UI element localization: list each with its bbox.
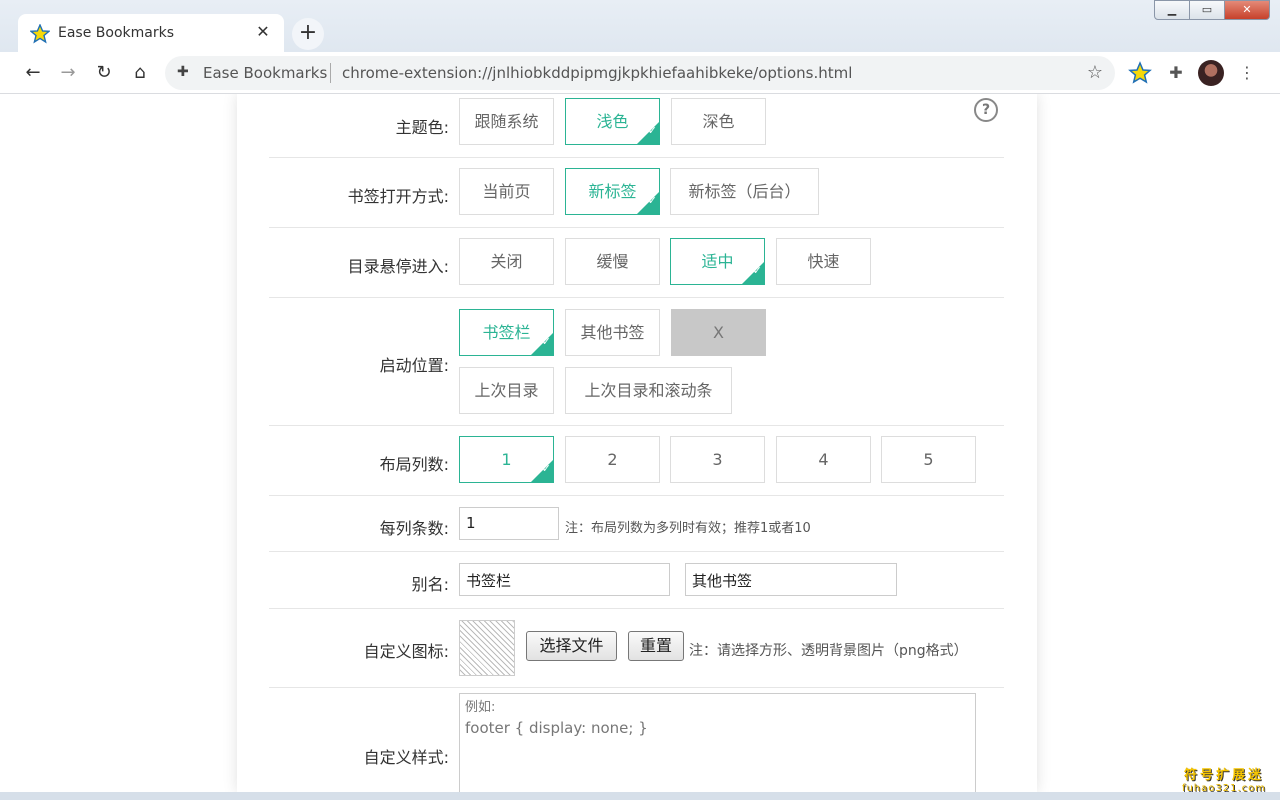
watermark-url: fuhao321.com bbox=[1181, 783, 1266, 794]
theme-label: 主题色: bbox=[395, 118, 449, 137]
alias-label: 别名: bbox=[411, 575, 449, 594]
per-column-label: 每列条数: bbox=[379, 519, 449, 538]
omnibox-url[interactable]: chrome-extension://jnlhiobkddpipmgjkpkhi… bbox=[342, 64, 852, 82]
extensions-icon[interactable]: ✚ bbox=[1164, 61, 1188, 85]
menu-icon[interactable]: ⋮ bbox=[1235, 61, 1259, 85]
hover-off[interactable]: 关闭 bbox=[459, 238, 554, 285]
custom-style-placeholder-line2: footer { display: none; } bbox=[465, 719, 648, 737]
ease-bookmarks-extension-icon[interactable] bbox=[1128, 61, 1152, 85]
custom-icon-row: 自定义图标: 选择文件 重置 注：请选择方形、透明背景图片（png格式） bbox=[269, 609, 1004, 688]
custom-style-row: 自定义样式: 例如: footer { display: none; } bbox=[269, 688, 1004, 792]
icon-preview bbox=[459, 620, 515, 676]
theme-option-light[interactable]: 浅色 ✓ bbox=[565, 98, 660, 145]
custom-style-textarea[interactable]: 例如: footer { display: none; } bbox=[459, 693, 976, 792]
omnibox-divider bbox=[330, 63, 331, 83]
forward-icon[interactable]: → bbox=[57, 62, 79, 84]
per-column-note: 注：布局列数为多列时有效；推荐1或者10 bbox=[565, 521, 811, 536]
watermark: 符号扩展迷 fuhao321.com bbox=[1182, 764, 1266, 794]
columns-4[interactable]: 4 bbox=[776, 436, 871, 483]
custom-style-label: 自定义样式: bbox=[363, 748, 449, 767]
tab-close-icon[interactable]: ✕ bbox=[254, 22, 272, 41]
back-icon[interactable]: ← bbox=[22, 62, 44, 84]
reload-icon[interactable]: ↻ bbox=[93, 62, 115, 84]
start-position-label: 启动位置: bbox=[379, 356, 449, 375]
page-viewport: ? 主题色: 跟随系统 浅色 ✓ 深色 书签打开方式: 当前页 新标签 ✓ 新标签（… bbox=[0, 94, 1280, 792]
start-disabled-option: X bbox=[671, 309, 766, 356]
theme-option-dark[interactable]: 深色 bbox=[671, 98, 766, 145]
hover-label: 目录悬停进入: bbox=[347, 257, 449, 276]
columns-3[interactable]: 3 bbox=[670, 436, 765, 483]
columns-5[interactable]: 5 bbox=[881, 436, 976, 483]
window-controls: ▁ ▭ ✕ bbox=[1154, 0, 1270, 20]
star-favicon-icon bbox=[30, 24, 50, 44]
options-panel: ? 主题色: 跟随系统 浅色 ✓ 深色 书签打开方式: 当前页 新标签 ✓ 新标签（… bbox=[237, 94, 1037, 792]
start-position-row: 启动位置: 书签栏 ✓ 其他书签 X 上次目录 上次目录和滚动条 bbox=[269, 298, 1004, 426]
open-mode-background-tab[interactable]: 新标签（后台） bbox=[670, 168, 819, 215]
columns-label: 布局列数: bbox=[379, 455, 449, 474]
per-column-row: 每列条数: 1 注：布局列数为多列时有效；推荐1或者10 bbox=[269, 496, 1004, 552]
start-last-folder-scroll[interactable]: 上次目录和滚动条 bbox=[565, 367, 732, 414]
start-other-bookmarks[interactable]: 其他书签 bbox=[565, 309, 660, 356]
hover-fast[interactable]: 快速 bbox=[776, 238, 871, 285]
per-column-input[interactable]: 1 bbox=[459, 507, 559, 540]
custom-style-placeholder-line1: 例如: bbox=[465, 700, 496, 715]
check-icon: ✓ bbox=[541, 462, 551, 475]
alias-bookmarks-bar-input[interactable]: 书签栏 bbox=[459, 563, 670, 596]
columns-1[interactable]: 1 ✓ bbox=[459, 436, 554, 483]
close-window-button[interactable]: ✕ bbox=[1224, 0, 1270, 20]
start-last-folder[interactable]: 上次目录 bbox=[459, 367, 554, 414]
theme-option-system[interactable]: 跟随系统 bbox=[459, 98, 554, 145]
home-icon[interactable]: ⌂ bbox=[129, 62, 151, 84]
address-bar[interactable]: ✚ Ease Bookmarks chrome-extension://jnlh… bbox=[165, 56, 1115, 90]
bookmark-star-icon[interactable]: ☆ bbox=[1087, 62, 1103, 83]
custom-icon-label: 自定义图标: bbox=[363, 642, 449, 661]
open-mode-current-page[interactable]: 当前页 bbox=[459, 168, 554, 215]
watermark-title: 符号扩展迷 bbox=[1183, 768, 1264, 783]
browser-tab[interactable]: Ease Bookmarks ✕ bbox=[18, 14, 284, 54]
alias-other-bookmarks-input[interactable]: 其他书签 bbox=[685, 563, 897, 596]
browser-toolbar: ← → ↻ ⌂ ✚ Ease Bookmarks chrome-extensio… bbox=[0, 52, 1280, 94]
columns-2[interactable]: 2 bbox=[565, 436, 660, 483]
start-bookmarks-bar[interactable]: 书签栏 ✓ bbox=[459, 309, 554, 356]
alias-row: 别名: 书签栏 其他书签 bbox=[269, 552, 1004, 609]
open-mode-new-tab[interactable]: 新标签 ✓ bbox=[565, 168, 660, 215]
maximize-button[interactable]: ▭ bbox=[1189, 0, 1225, 20]
check-icon: ✓ bbox=[647, 124, 657, 137]
hover-slow[interactable]: 缓慢 bbox=[565, 238, 660, 285]
new-tab-button[interactable]: + bbox=[292, 18, 324, 50]
window-bottom-border bbox=[0, 792, 1280, 800]
hover-medium[interactable]: 适中 ✓ bbox=[670, 238, 765, 285]
columns-row: 布局列数: 1 ✓ 2 3 4 5 bbox=[269, 426, 1004, 496]
theme-row: 主题色: 跟随系统 浅色 ✓ 深色 bbox=[269, 94, 1004, 158]
omnibox-site-name: Ease Bookmarks bbox=[203, 64, 328, 82]
open-mode-row: 书签打开方式: 当前页 新标签 ✓ 新标签（后台） bbox=[269, 158, 1004, 228]
open-mode-label: 书签打开方式: bbox=[347, 187, 449, 206]
minimize-button[interactable]: ▁ bbox=[1154, 0, 1190, 20]
custom-icon-note: 注：请选择方形、透明背景图片（png格式） bbox=[689, 643, 968, 659]
reset-icon-button[interactable]: 重置 bbox=[628, 631, 684, 661]
choose-file-button[interactable]: 选择文件 bbox=[526, 631, 617, 661]
tab-title: Ease Bookmarks bbox=[58, 25, 174, 41]
extension-puzzle-icon: ✚ bbox=[177, 64, 189, 80]
check-icon: ✓ bbox=[752, 264, 762, 277]
profile-avatar[interactable] bbox=[1198, 60, 1224, 86]
check-icon: ✓ bbox=[647, 194, 657, 207]
title-bar: Ease Bookmarks ✕ + ▁ ▭ ✕ bbox=[0, 0, 1280, 54]
hover-row: 目录悬停进入: 关闭 缓慢 适中 ✓ 快速 bbox=[269, 228, 1004, 298]
check-icon: ✓ bbox=[541, 335, 551, 348]
